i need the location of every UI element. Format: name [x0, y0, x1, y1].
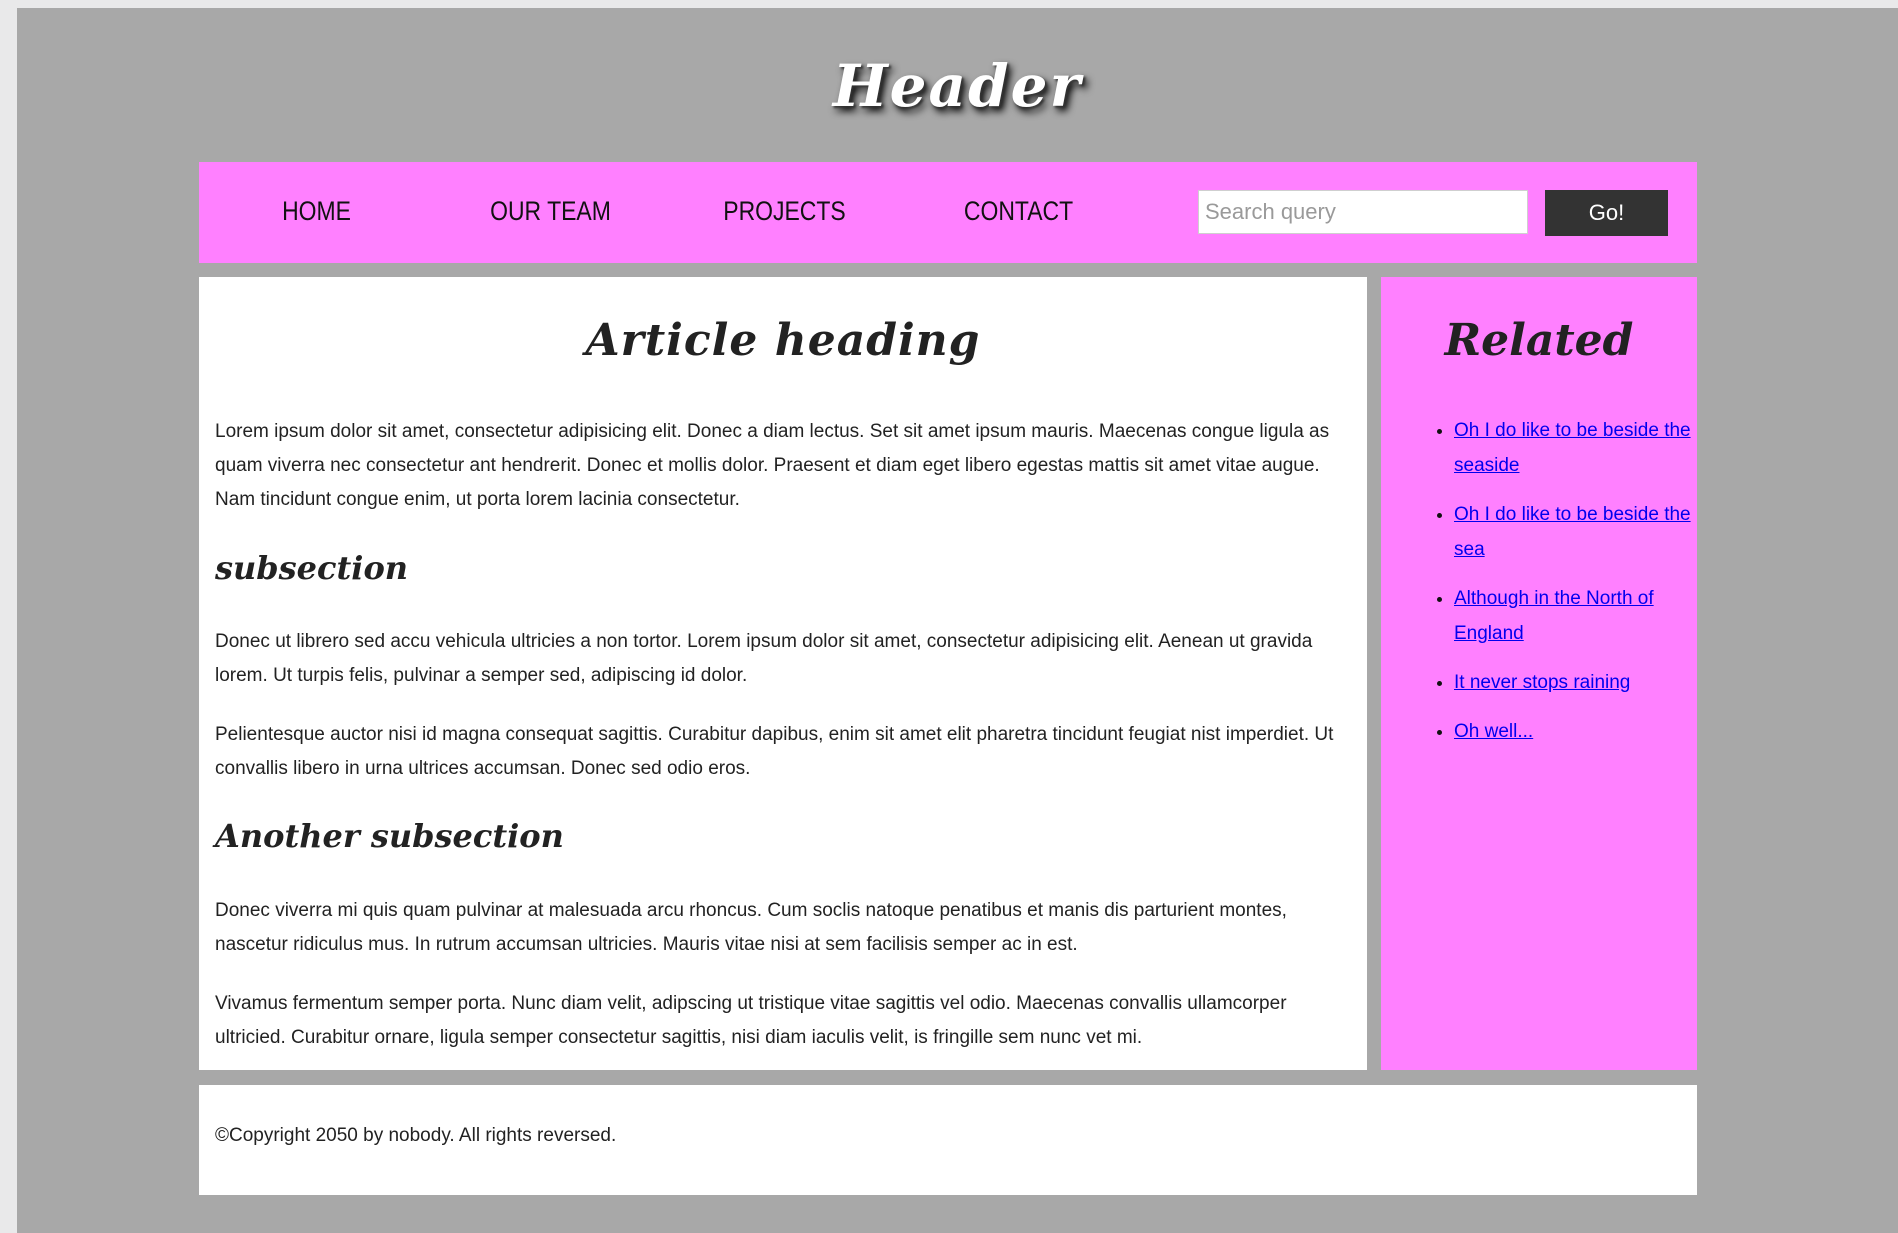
related-links-list: Oh I do like to be beside the seaside Oh…: [1434, 413, 1694, 763]
nav-bar: HOME OUR TEAM PROJECTS CONTACT Go!: [199, 162, 1697, 263]
subsection-paragraph-2: Pelientesque auctor nisi id magna conseq…: [215, 724, 1334, 779]
search-input[interactable]: [1198, 190, 1528, 234]
subsection-paragraph-1: Donec ut librero sed accu vehicula ultri…: [215, 631, 1313, 686]
list-item: Although in the North of England: [1454, 581, 1694, 651]
list-item: It never stops raining: [1454, 665, 1694, 700]
related-heading: Related: [1444, 315, 1634, 366]
article: Article heading Lorem ipsum dolor sit am…: [199, 277, 1367, 1070]
copyright-text: ©Copyright 2050 by nobody. All rights re…: [215, 1125, 617, 1146]
nav-link-our-team[interactable]: OUR TEAM: [451, 196, 651, 227]
article-intro-paragraph: Lorem ipsum dolor sit amet, consectetur …: [215, 421, 1330, 510]
search-go-button[interactable]: Go!: [1545, 190, 1668, 236]
nav-link-projects[interactable]: PROJECTS: [685, 196, 885, 227]
another-subsection-paragraph-1: Donec viverra mi quis quam pulvinar at m…: [215, 900, 1287, 955]
related-link-sea[interactable]: Oh I do like to be beside the sea: [1454, 504, 1691, 560]
nav-link-home[interactable]: HOME: [217, 196, 417, 227]
site-footer: ©Copyright 2050 by nobody. All rights re…: [199, 1085, 1697, 1195]
article-heading: Article heading: [585, 315, 981, 366]
subsection-heading: subsection: [215, 549, 409, 587]
another-subsection-paragraph-2: Vivamus fermentum semper porta. Nunc dia…: [215, 993, 1287, 1048]
related-link-north-england[interactable]: Although in the North of England: [1454, 588, 1654, 644]
another-subsection-heading: Another subsection: [215, 817, 564, 855]
site-title: Header: [832, 52, 1083, 120]
site-header: Header: [17, 8, 1898, 163]
page: Header HOME OUR TEAM PROJECTS CONTACT Go…: [17, 8, 1898, 1233]
related-sidebar: Related Oh I do like to be beside the se…: [1381, 277, 1697, 1070]
related-link-oh-well[interactable]: Oh well...: [1454, 721, 1533, 742]
related-link-seaside[interactable]: Oh I do like to be beside the seaside: [1454, 420, 1691, 476]
related-link-raining[interactable]: It never stops raining: [1454, 672, 1630, 693]
nav-link-contact[interactable]: CONTACT: [919, 196, 1119, 227]
list-item: Oh well...: [1454, 714, 1694, 749]
list-item: Oh I do like to be beside the seaside: [1454, 413, 1694, 483]
list-item: Oh I do like to be beside the sea: [1454, 497, 1694, 567]
